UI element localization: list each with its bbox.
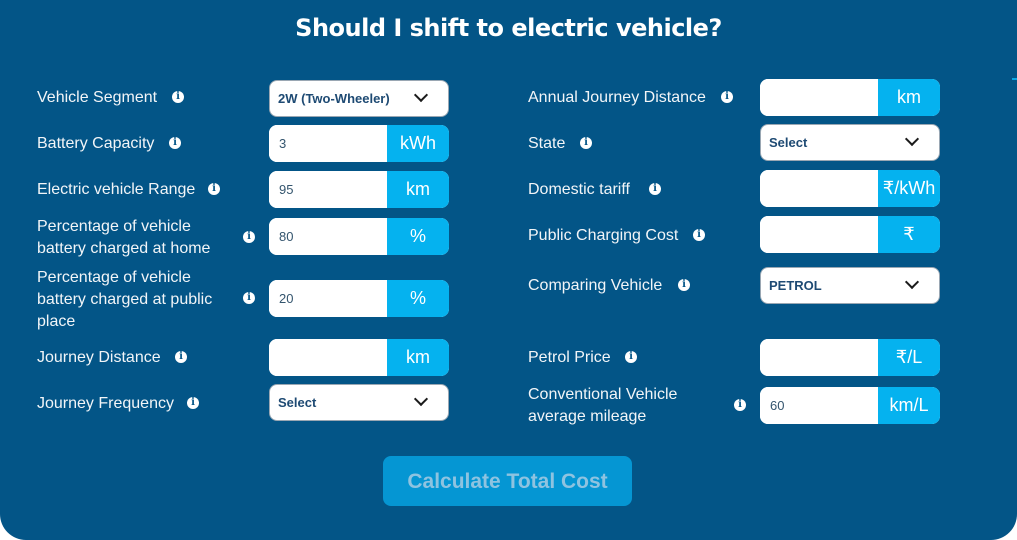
ev-range-input[interactable] xyxy=(269,171,396,208)
label-journey-frequency: Journey Frequency xyxy=(37,395,174,412)
label-line: average mileage xyxy=(528,408,647,425)
label-domestic-tariff: Domestic tariff xyxy=(528,181,630,198)
info-icon[interactable]: i xyxy=(625,351,637,363)
vehicle-segment-value: 2W (Two-Wheeler) xyxy=(278,91,390,106)
info-icon[interactable]: i xyxy=(734,399,746,411)
petrol-price-field: ₹/L xyxy=(760,339,940,376)
unit-rupee-per-litre: ₹/L xyxy=(878,339,940,376)
state-value: Select xyxy=(769,135,808,150)
label-battery-capacity: Battery Capacity xyxy=(37,135,155,152)
label-comparing-vehicle: Comparing Vehicle xyxy=(528,277,663,294)
info-icon[interactable]: i xyxy=(175,351,187,363)
info-icon[interactable]: i xyxy=(243,231,255,243)
unit-km: km xyxy=(878,79,940,116)
unit-kwh: kWh xyxy=(387,125,449,162)
info-icon[interactable]: i xyxy=(649,183,661,195)
public-charging-input[interactable] xyxy=(269,280,396,317)
chevron-down-icon xyxy=(413,391,429,407)
label-ev-range: Electric vehicle Range xyxy=(37,181,196,198)
public-charging-field: % xyxy=(269,280,449,317)
info-icon[interactable]: i xyxy=(172,91,184,103)
state-select[interactable]: Select xyxy=(760,124,940,161)
page-title: Should I shift to electric vehicle? xyxy=(295,14,722,42)
petrol-price-input[interactable] xyxy=(760,339,887,376)
domestic-tariff-field: ₹/kWh xyxy=(760,170,940,207)
label-line: Percentage of vehicle xyxy=(37,269,191,286)
vehicle-segment-select[interactable]: 2W (Two-Wheeler) xyxy=(269,80,449,117)
unit-km: km xyxy=(387,339,449,376)
label-line: battery charged at public xyxy=(37,291,213,308)
chevron-down-icon xyxy=(904,274,920,290)
unit-rupee: ₹ xyxy=(878,216,940,253)
label-state: State xyxy=(528,135,566,152)
home-charging-field: % xyxy=(269,218,449,255)
label-petrol-price: Petrol Price xyxy=(528,349,611,366)
chevron-down-icon xyxy=(413,87,429,103)
label-public-charging: Percentage of vehicle battery charged at… xyxy=(37,267,212,333)
comparing-vehicle-select[interactable]: PETROL xyxy=(760,267,940,304)
info-icon[interactable]: i xyxy=(678,279,690,291)
unit-percent: % xyxy=(387,218,449,255)
label-conventional-mileage: Conventional Vehicle average mileage xyxy=(528,384,677,428)
info-icon[interactable]: i xyxy=(693,229,705,241)
battery-capacity-field: kWh xyxy=(269,125,449,162)
info-icon[interactable]: i xyxy=(208,183,220,195)
unit-km: km xyxy=(387,171,449,208)
label-public-charging-cost: Public Charging Cost xyxy=(528,227,679,244)
label-line: Conventional Vehicle xyxy=(528,386,678,403)
calculate-total-cost-button[interactable]: Calculate Total Cost xyxy=(383,456,632,506)
label-journey-distance: Journey Distance xyxy=(37,349,161,366)
info-icon[interactable]: i xyxy=(721,91,733,103)
info-icon[interactable]: i xyxy=(580,137,592,149)
label-vehicle-segment: Vehicle Segment xyxy=(37,89,158,106)
info-icon[interactable]: i xyxy=(169,137,181,149)
chevron-down-icon xyxy=(904,131,920,147)
label-line: place xyxy=(37,313,76,330)
label-annual-journey-distance: Annual Journey Distance xyxy=(528,89,706,106)
public-charging-cost-field: ₹ xyxy=(760,216,940,253)
domestic-tariff-input[interactable] xyxy=(760,170,887,207)
home-charging-input[interactable] xyxy=(269,218,396,255)
label-line: Percentage of vehicle xyxy=(37,218,191,235)
unit-rupee-per-kwh: ₹/kWh xyxy=(878,170,940,207)
journey-frequency-select[interactable]: Select xyxy=(269,384,449,421)
comparing-vehicle-value: PETROL xyxy=(769,278,822,293)
ev-range-field: km xyxy=(269,171,449,208)
unit-km-per-litre: km/L xyxy=(878,387,940,424)
label-line: battery charged at home xyxy=(37,240,211,257)
journey-distance-field: km xyxy=(269,339,449,376)
journey-frequency-value: Select xyxy=(278,395,317,410)
accent-strip xyxy=(1012,78,1017,80)
unit-percent: % xyxy=(387,280,449,317)
annual-journey-distance-field: km xyxy=(760,79,940,116)
info-icon[interactable]: i xyxy=(187,397,199,409)
info-icon[interactable]: i xyxy=(243,292,255,304)
battery-capacity-input[interactable] xyxy=(269,125,396,162)
label-home-charging: Percentage of vehicle battery charged at… xyxy=(37,216,210,260)
annual-journey-distance-input[interactable] xyxy=(760,79,887,116)
conventional-mileage-input[interactable] xyxy=(760,387,887,424)
public-charging-cost-input[interactable] xyxy=(760,216,887,253)
conventional-mileage-field: km/L xyxy=(760,387,940,424)
journey-distance-input[interactable] xyxy=(269,339,396,376)
